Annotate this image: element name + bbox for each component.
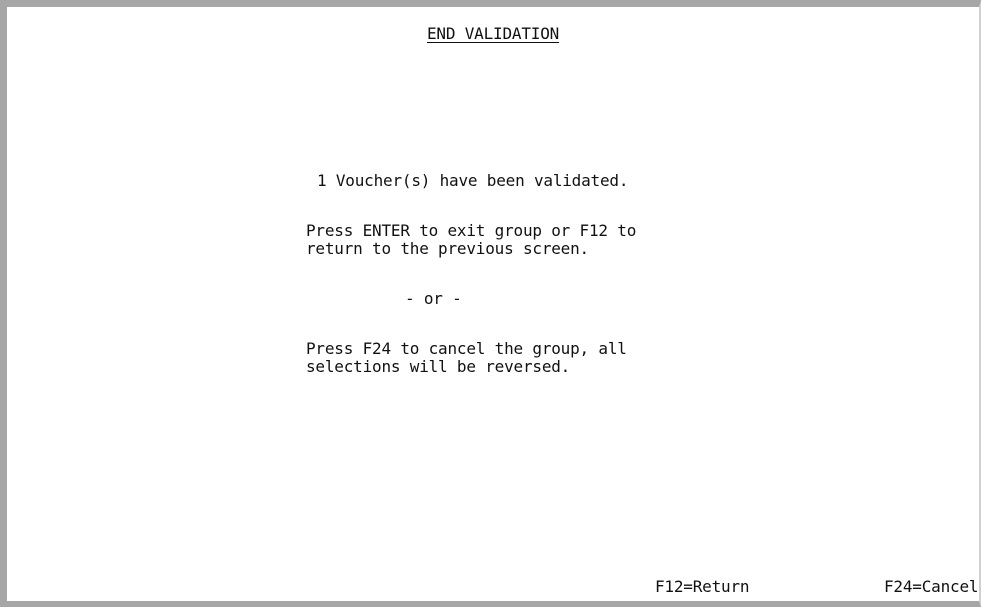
enter-instruction-line-2: return to the previous screen. (306, 239, 589, 258)
cancel-instruction-line-2: selections will be reversed. (306, 357, 571, 376)
cancel-instruction-line-1: Press F24 to cancel the group, all (306, 339, 627, 358)
or-separator: - or - (405, 289, 462, 308)
f24-cancel-key[interactable]: F24=Cancel (884, 578, 979, 596)
f12-return-key[interactable]: F12=Return (655, 578, 750, 596)
enter-instruction-line-1: Press ENTER to exit group or F12 to (306, 221, 637, 240)
validated-count-message: 1 Voucher(s) have been validated. (317, 171, 629, 190)
screen-title: END VALIDATION (427, 24, 560, 43)
terminal-window: END VALIDATION 1 Voucher(s) have been va… (0, 0, 981, 607)
